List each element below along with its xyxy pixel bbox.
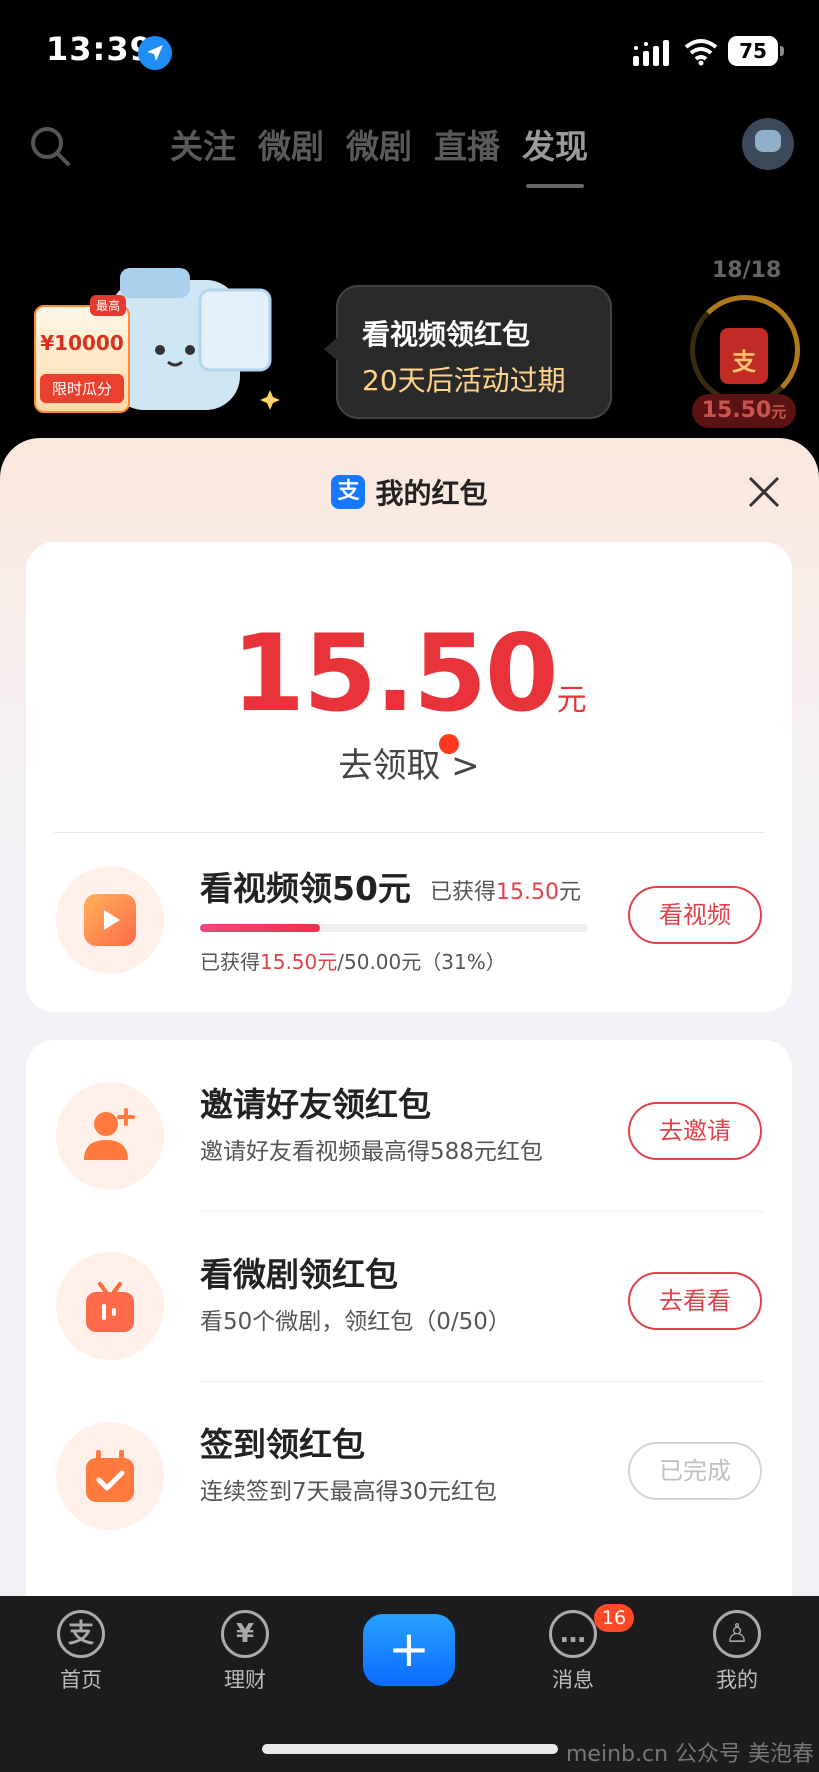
chat-bubble-icon: … bbox=[549, 1610, 597, 1658]
calendar-check-icon bbox=[56, 1422, 164, 1530]
person-icon: ♙ bbox=[713, 1610, 761, 1658]
task-desc: 邀请好友看视频最高得588元红包 bbox=[200, 1139, 543, 1165]
progress-fill bbox=[200, 924, 321, 932]
screen: 13:39 75 关注 微剧 微剧 直播 发现 最高 ¥10000 限时瓜分 看… bbox=[0, 0, 819, 1772]
banner-amount-unit: 元 bbox=[771, 403, 787, 421]
top-tabs: 关注 微剧 微剧 直播 发现 bbox=[170, 120, 588, 188]
task-microdrama: 看微剧领红包 看50个微剧，领红包（0/50） 去看看 bbox=[26, 1238, 792, 1382]
tab-follow[interactable]: 关注 bbox=[170, 120, 236, 168]
task-checkin: 签到领红包 连续签到7天最高得30元红包 已完成 bbox=[26, 1408, 792, 1538]
red-packet-glyph: 支 bbox=[732, 348, 756, 376]
alipay-logo-icon: 支 bbox=[331, 475, 366, 509]
progress-value: 15.50元 bbox=[260, 950, 338, 974]
banner-amount: 15.50元 bbox=[692, 394, 796, 428]
close-icon[interactable] bbox=[744, 472, 784, 512]
notification-dot bbox=[439, 734, 459, 754]
progress-suffix: /50.00元（31%） bbox=[337, 950, 506, 974]
tab-home[interactable]: 支 首页 bbox=[21, 1610, 141, 1694]
tab-live[interactable]: 直播 bbox=[434, 120, 500, 168]
task-counter: 18/18 bbox=[712, 258, 782, 283]
tasks-card: 邀请好友领红包 邀请好友看视频最高得588元红包 去邀请 看微剧领红包 看50个… bbox=[26, 1040, 792, 1640]
claim-button[interactable]: 去领取 > bbox=[26, 738, 792, 787]
task-watch-video: 看视频领50元 已获得15.50元 已获得15.50元/50.00元（31%） … bbox=[26, 852, 792, 982]
tab-microdrama-2[interactable]: 微剧 bbox=[346, 120, 412, 168]
task-desc: 连续签到7天最高得30元红包 bbox=[200, 1479, 497, 1505]
sheet-title: 我的红包 bbox=[375, 477, 488, 510]
balance-amount: 15.50元 bbox=[26, 612, 792, 735]
plus-button[interactable]: + bbox=[363, 1614, 455, 1686]
task-name: 邀请好友领红包 bbox=[200, 1085, 431, 1124]
go-watch-button[interactable]: 去看看 bbox=[628, 1272, 762, 1330]
promo-bubble[interactable]: 看视频领红包 20天后活动过期 bbox=[324, 285, 612, 419]
avatar[interactable] bbox=[742, 118, 794, 170]
balance-value: 15.50 bbox=[231, 612, 558, 735]
signal-icon bbox=[633, 40, 669, 66]
home-indicator bbox=[262, 1744, 558, 1754]
tv-task-icon bbox=[56, 1252, 164, 1360]
task-name: 看视频领50元 bbox=[200, 869, 411, 908]
message-badge: 16 bbox=[594, 1604, 634, 1632]
divider bbox=[200, 1211, 764, 1212]
red-packet-icon[interactable]: 支 bbox=[720, 328, 768, 384]
earned-unit: 元 bbox=[559, 880, 582, 905]
red-packet-sheet: 支我的红包 15.50元 去领取 > 看视频领50元 已获得15.50元 已获得… bbox=[0, 438, 819, 1640]
status-time: 13:39 bbox=[46, 30, 153, 68]
progress-prefix: 已获得 bbox=[200, 950, 260, 974]
completed-button[interactable]: 已完成 bbox=[628, 1442, 762, 1500]
top-nav: 关注 微剧 微剧 直播 发现 bbox=[0, 110, 819, 190]
progress-text: 已获得15.50元/50.00元（31%） bbox=[200, 946, 506, 975]
battery-indicator: 75 bbox=[728, 36, 784, 66]
earned-prefix: 已获得 bbox=[430, 880, 497, 905]
invite-button[interactable]: 去邀请 bbox=[628, 1102, 762, 1160]
divider bbox=[54, 832, 764, 833]
tab-microdrama[interactable]: 微剧 bbox=[258, 120, 324, 168]
sheet-header: 支我的红包 bbox=[0, 472, 819, 516]
progress-bar bbox=[200, 924, 588, 932]
chevron-right-icon: > bbox=[451, 746, 480, 786]
video-task-icon bbox=[56, 866, 164, 974]
yen-icon: ¥ bbox=[221, 1610, 269, 1658]
location-icon bbox=[138, 36, 172, 70]
banner-amount-value: 15.50 bbox=[701, 398, 772, 423]
tab-label: 消息 bbox=[552, 1668, 594, 1692]
tab-label: 理财 bbox=[224, 1668, 266, 1692]
task-name: 看微剧领红包 bbox=[200, 1255, 398, 1294]
task-name: 签到领红包 bbox=[200, 1425, 365, 1464]
coupon-top-label: 最高 bbox=[90, 295, 127, 316]
task-invite: 邀请好友领红包 邀请好友看视频最高得588元红包 去邀请 bbox=[26, 1068, 792, 1212]
promo-expiry: 20天后活动过期 bbox=[362, 364, 566, 397]
bottom-tab-bar: 支 首页 ¥ 理财 + … 消息 16 ♙ 我的 meinb.cn 公众号 美泡… bbox=[0, 1596, 819, 1772]
status-bar: 13:39 75 bbox=[0, 0, 819, 100]
coupon-badge: 最高 ¥10000 限时瓜分 bbox=[34, 295, 130, 413]
wifi-icon bbox=[684, 39, 718, 66]
earned-value: 15.50 bbox=[496, 880, 559, 905]
promo-banner[interactable]: 最高 ¥10000 限时瓜分 看视频领红包 20天后活动过期 18/18 支 1… bbox=[0, 240, 819, 440]
tab-me[interactable]: ♙ 我的 bbox=[677, 1610, 797, 1694]
tab-discover[interactable]: 发现 bbox=[522, 120, 588, 188]
search-icon[interactable] bbox=[28, 124, 72, 168]
tab-label: 我的 bbox=[716, 1668, 758, 1692]
tab-label: 首页 bbox=[60, 1668, 102, 1692]
home-icon: 支 bbox=[57, 1610, 105, 1658]
claim-label: 去领取 bbox=[338, 746, 441, 786]
promo-title: 看视频领红包 bbox=[362, 318, 531, 351]
coupon-label: 限时瓜分 bbox=[40, 374, 124, 403]
coupon-amount: ¥10000 bbox=[40, 331, 124, 355]
watermark: meinb.cn 公众号 美泡春 bbox=[566, 1742, 815, 1767]
task-desc: 看50个微剧，领红包（0/50） bbox=[200, 1309, 511, 1335]
task-earned: 已获得15.50元 bbox=[430, 874, 581, 906]
balance-card: 15.50元 去领取 > 看视频领50元 已获得15.50元 已获得15.50元… bbox=[26, 542, 792, 1012]
tab-wealth[interactable]: ¥ 理财 bbox=[185, 1610, 305, 1694]
watch-video-button[interactable]: 看视频 bbox=[628, 886, 762, 944]
invite-task-icon bbox=[56, 1082, 164, 1190]
balance-unit: 元 bbox=[556, 683, 587, 718]
divider bbox=[200, 1381, 764, 1382]
